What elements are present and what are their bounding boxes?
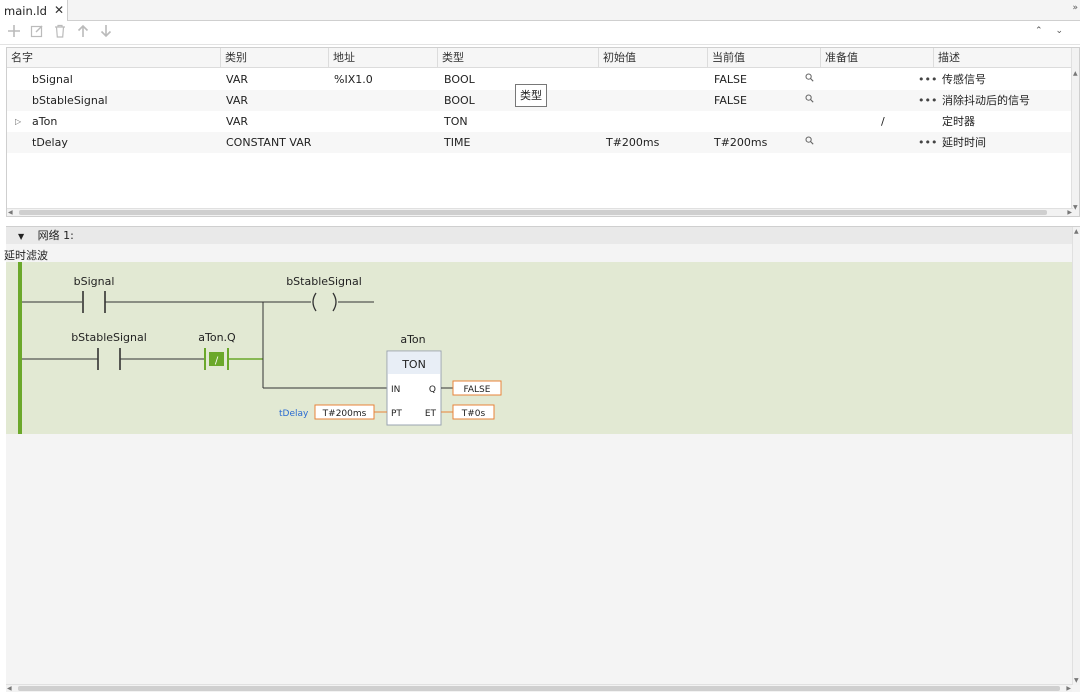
more-icon[interactable]: ••• bbox=[918, 69, 937, 90]
network-header[interactable]: ▼ 网络 1: bbox=[6, 227, 1072, 244]
editor-horizontal-scrollbar[interactable]: ◀ ▶ bbox=[6, 684, 1072, 692]
et-value: T#0s bbox=[461, 409, 486, 419]
var-current: T#200ms bbox=[714, 136, 768, 149]
close-icon[interactable]: ✕ bbox=[54, 3, 64, 17]
col-name-header[interactable]: 名字 bbox=[7, 48, 221, 68]
table-row[interactable]: tDelay CONSTANT VAR TIME T#200ms T#200ms… bbox=[7, 132, 1073, 153]
var-name: aTon bbox=[32, 115, 58, 128]
scrollbar-thumb[interactable] bbox=[18, 686, 1060, 691]
network-title: 网络 1: bbox=[37, 229, 74, 242]
scroll-left-icon[interactable]: ◀ bbox=[7, 685, 12, 692]
column-tooltip: 类型 bbox=[515, 84, 547, 107]
coil-bstablesignal[interactable] bbox=[312, 292, 317, 312]
scroll-down-icon[interactable]: ▼ bbox=[1073, 204, 1078, 211]
contact-label: bStableSignal bbox=[71, 331, 147, 344]
delete-icon[interactable] bbox=[52, 24, 68, 40]
ladder-editor: ▼ 网络 1: 延时滤波 bSignal bStableSignal bStab… bbox=[4, 226, 1080, 692]
var-current: FALSE bbox=[714, 94, 747, 107]
var-desc: 延时时间 bbox=[942, 136, 986, 149]
search-icon[interactable] bbox=[805, 69, 814, 90]
var-desc: 定时器 bbox=[942, 115, 975, 128]
fb-type-label: TON bbox=[401, 358, 426, 371]
var-initial: T#200ms bbox=[606, 136, 660, 149]
col-initial-header[interactable]: 初始值 bbox=[599, 48, 708, 68]
col-class-header[interactable]: 类别 bbox=[221, 48, 329, 68]
scroll-right-icon[interactable]: ▶ bbox=[1066, 685, 1071, 692]
tab-overflow-icon[interactable]: » bbox=[1072, 3, 1078, 13]
power-rail bbox=[18, 262, 22, 434]
variable-table: 名字 类别 地址 类型 初始值 当前值 准备值 描述 bSignal VAR %… bbox=[6, 47, 1080, 217]
var-desc: 消除抖动后的信号 bbox=[942, 94, 1030, 107]
var-type: BOOL bbox=[444, 94, 475, 107]
pt-variable-label[interactable]: tDelay bbox=[279, 409, 309, 419]
table-horizontal-scrollbar[interactable]: ◀ ▶ bbox=[7, 208, 1073, 216]
contact-label: bSignal bbox=[74, 275, 115, 288]
var-address: %IX1.0 bbox=[334, 73, 373, 86]
coil-label: bStableSignal bbox=[286, 275, 362, 288]
fb-pin-et: ET bbox=[425, 409, 437, 419]
fb-pin-pt: PT bbox=[391, 409, 402, 419]
network-comment[interactable]: 延时滤波 bbox=[4, 247, 48, 263]
pt-value: T#200ms bbox=[322, 409, 367, 419]
col-address-header[interactable]: 地址 bbox=[329, 48, 438, 68]
q-value: FALSE bbox=[464, 385, 491, 395]
edit-icon[interactable] bbox=[29, 24, 45, 40]
move-up-icon[interactable] bbox=[75, 24, 91, 40]
coil-bstablesignal[interactable] bbox=[332, 292, 337, 312]
var-type: TIME bbox=[444, 136, 471, 149]
col-prepared-header[interactable]: 准备值 bbox=[821, 48, 934, 68]
table-row[interactable]: ▷ aTon VAR TON / 定时器 bbox=[7, 111, 1073, 132]
expand-arrow-icon[interactable]: ▷ bbox=[15, 111, 21, 132]
table-header: 名字 类别 地址 类型 初始值 当前值 准备值 描述 bbox=[7, 48, 1073, 68]
tab-main-ld[interactable]: main.ld ✕ bbox=[0, 0, 68, 21]
scroll-up-icon[interactable]: ▲ bbox=[1074, 228, 1079, 235]
toolbar: ⌃ ⌄ bbox=[0, 21, 1080, 45]
var-prepared: / bbox=[881, 115, 885, 128]
fb-instance-label: aTon bbox=[400, 333, 425, 346]
var-type: BOOL bbox=[444, 73, 475, 86]
var-name: bStableSignal bbox=[32, 94, 108, 107]
rung-area[interactable]: bSignal bStableSignal bStableSignal / aT… bbox=[6, 262, 1072, 434]
col-desc-header[interactable]: 描述 bbox=[934, 48, 1073, 68]
var-class: VAR bbox=[226, 73, 248, 86]
collapse-arrow-icon[interactable]: ▼ bbox=[18, 232, 24, 241]
fb-pin-q: Q bbox=[429, 385, 436, 395]
var-name: tDelay bbox=[32, 136, 68, 149]
scroll-up-icon[interactable]: ▲ bbox=[1073, 70, 1078, 77]
var-class: VAR bbox=[226, 94, 248, 107]
collapse-expand-icons[interactable]: ⌃ ⌄ bbox=[1035, 26, 1068, 36]
var-desc: 传感信号 bbox=[942, 73, 986, 86]
var-type: TON bbox=[444, 115, 468, 128]
table-vertical-scrollbar[interactable]: ▲ ▼ bbox=[1071, 48, 1079, 216]
editor-vertical-scrollbar[interactable]: ▲ ▼ bbox=[1072, 227, 1080, 685]
scroll-down-icon[interactable]: ▼ bbox=[1074, 677, 1079, 684]
search-icon[interactable] bbox=[805, 132, 814, 153]
tab-label: main.ld bbox=[4, 3, 47, 18]
var-class: CONSTANT VAR bbox=[226, 136, 312, 149]
add-icon[interactable] bbox=[6, 24, 22, 40]
var-name: bSignal bbox=[32, 73, 73, 86]
var-current: FALSE bbox=[714, 73, 747, 86]
move-down-icon[interactable] bbox=[98, 24, 114, 40]
more-icon[interactable]: ••• bbox=[918, 90, 937, 111]
scroll-right-icon[interactable]: ▶ bbox=[1067, 209, 1072, 216]
ladder-diagram: bSignal bStableSignal bStableSignal / aT… bbox=[18, 262, 502, 434]
scrollbar-thumb[interactable] bbox=[19, 210, 1047, 215]
col-type-header[interactable]: 类型 bbox=[438, 48, 599, 68]
col-current-header[interactable]: 当前值 bbox=[708, 48, 821, 68]
fb-pin-in: IN bbox=[391, 385, 400, 395]
more-icon[interactable]: ••• bbox=[918, 132, 937, 153]
contact-label: aTon.Q bbox=[198, 331, 236, 344]
tab-bar: main.ld ✕ » bbox=[0, 0, 1080, 21]
search-icon[interactable] bbox=[805, 90, 814, 111]
var-class: VAR bbox=[226, 115, 248, 128]
scroll-left-icon[interactable]: ◀ bbox=[8, 209, 13, 216]
